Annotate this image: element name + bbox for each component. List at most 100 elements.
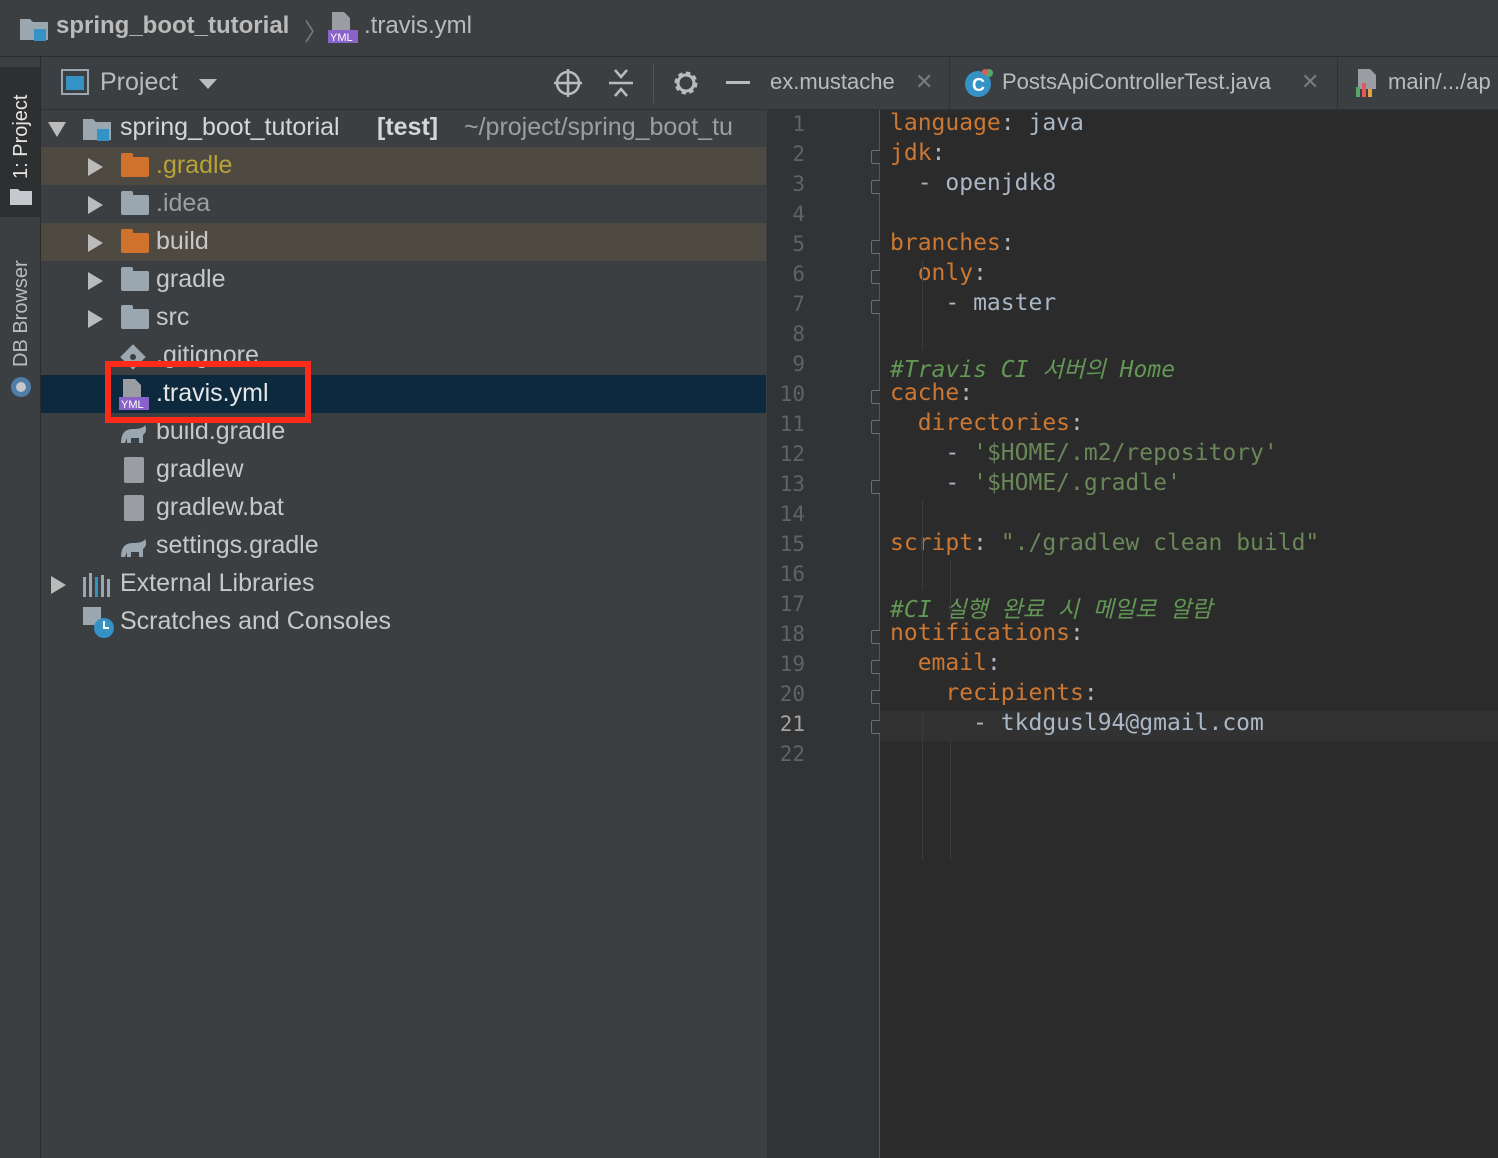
line-number: 2: [792, 142, 805, 166]
project-toolbar: Project: [41, 57, 766, 110]
folder-icon: [121, 191, 149, 215]
tree-item-label: src: [156, 303, 190, 331]
tree-item-label: gradlew.bat: [156, 493, 284, 521]
code-line: recipients:: [945, 680, 1098, 706]
project-view-title[interactable]: Project: [100, 68, 178, 97]
line-number: 10: [779, 382, 805, 406]
code-line: - master: [890, 290, 1057, 316]
gradle-file-icon: [121, 539, 147, 557]
line-number: 13: [779, 472, 805, 496]
minimize-icon[interactable]: [726, 81, 750, 84]
code-line: - '$HOME/.gradle': [890, 470, 1181, 496]
db-browser-icon: [11, 377, 31, 397]
tree-root-row[interactable]: spring_boot_tutorial [test] ~/project/sp…: [41, 109, 766, 147]
editor-gutter: 1 2 3 4 5 6 7 8 9 10 11 12 13 14 15 16 17 18 19 20 21 22: [767, 110, 885, 1158]
root-name: spring_boot_tutorial: [120, 113, 340, 141]
toolbar-divider: [653, 63, 654, 103]
expand-arrow-icon[interactable]: [88, 158, 103, 176]
excluded-folder-icon: [121, 153, 149, 177]
indent-guide: [950, 560, 951, 620]
tree-item-label: build: [156, 227, 209, 255]
db-browser-tab[interactable]: DB Browser: [10, 260, 33, 367]
tab-label: ex.mustache: [770, 69, 895, 94]
module-folder-icon: [83, 119, 111, 141]
line-number: 22: [779, 742, 805, 766]
project-tool-tab-label: 1: Project: [10, 94, 32, 179]
expand-arrow-icon[interactable]: [88, 234, 103, 252]
folder-icon: [10, 189, 32, 205]
tree-item-label: .gradle: [156, 151, 233, 179]
breadcrumb-file[interactable]: .travis.yml: [364, 12, 472, 40]
root-path: ~/project/spring_boot_tu: [464, 113, 733, 141]
line-number: 7: [792, 292, 805, 316]
indent-guide: [922, 260, 923, 350]
line-number: 20: [779, 682, 805, 706]
code-line: email:: [917, 650, 1001, 676]
code-line: #CI 실행 완료 시 메일로 알람: [890, 597, 1213, 623]
tab-main-ap[interactable]: main/.../ap: [1338, 57, 1498, 109]
code-line: notifications:: [890, 620, 1084, 646]
line-number: 4: [792, 202, 805, 226]
tree-item-external-libraries[interactable]: External Libraries: [41, 565, 766, 603]
line-number: 19: [779, 652, 805, 676]
code-line: jdk:: [890, 140, 946, 166]
tree-item-gradle-cache[interactable]: .gradle: [41, 147, 766, 185]
expand-arrow-icon[interactable]: [88, 310, 103, 328]
line-number: 18: [779, 622, 805, 646]
line-number: 11: [779, 412, 805, 436]
expand-arrow-icon[interactable]: [88, 272, 103, 290]
collapse-icon[interactable]: [607, 68, 635, 98]
tab-posts-api-controller-test[interactable]: C PostsApiControllerTest.java ✕: [950, 57, 1330, 109]
indent-guide: [950, 740, 951, 860]
close-icon[interactable]: ✕: [915, 69, 933, 95]
close-icon[interactable]: ✕: [1301, 69, 1319, 95]
svg-text:YML: YML: [330, 32, 353, 44]
expand-arrow-icon[interactable]: [88, 196, 103, 214]
breadcrumb-project[interactable]: spring_boot_tutorial: [56, 12, 289, 40]
svg-text:C: C: [972, 75, 985, 95]
tree-item-label: .idea: [156, 189, 211, 217]
tree-item-gradlew[interactable]: gradlew: [41, 451, 766, 489]
file-icon: [124, 457, 144, 483]
tab-ex-mustache[interactable]: ex.mustache ✕: [767, 57, 947, 109]
folder-icon: [121, 305, 149, 329]
code-line: language: java: [890, 110, 1084, 136]
tree-item-scratches[interactable]: Scratches and Consoles: [41, 603, 766, 641]
line-number: 5: [792, 232, 805, 256]
line-number: 14: [779, 502, 805, 526]
chevron-down-icon[interactable]: [199, 79, 217, 89]
expand-arrow-icon[interactable]: [48, 122, 66, 137]
tree-item-label: gradle: [156, 265, 226, 293]
locate-icon[interactable]: [553, 68, 583, 98]
scratches-icon: [83, 607, 114, 638]
folder-icon: [121, 267, 149, 291]
tree-item-build[interactable]: build: [41, 223, 766, 261]
tree-item-gradle[interactable]: gradle: [41, 261, 766, 299]
gradle-file-icon: [121, 425, 147, 443]
gear-icon[interactable]: [671, 68, 701, 98]
project-tool-tab[interactable]: 1: Project: [0, 67, 40, 217]
java-class-icon: C: [965, 69, 993, 97]
run-config-icon: [1356, 69, 1376, 97]
highlight-box: [105, 361, 311, 423]
tab-label: main/.../ap: [1388, 69, 1491, 94]
indent-guide: [922, 500, 923, 590]
tree-item-idea[interactable]: .idea: [41, 185, 766, 223]
code-line: branches:: [890, 230, 1015, 256]
line-number: 3: [792, 172, 805, 196]
tree-item-label: External Libraries: [120, 569, 315, 597]
code-line: #Travis CI 서버의 Home: [890, 357, 1176, 383]
tree-item-label: Scratches and Consoles: [120, 607, 391, 635]
tree-item-src[interactable]: src: [41, 299, 766, 337]
project-view-icon: [61, 69, 89, 95]
tree-item-gradlew-bat[interactable]: gradlew.bat: [41, 489, 766, 527]
tab-label: PostsApiControllerTest.java: [1002, 69, 1272, 94]
expand-arrow-icon[interactable]: [51, 576, 66, 594]
line-number: 6: [792, 262, 805, 286]
code-editor[interactable]: language: java jdk: - openjdk8 branches: o…: [880, 110, 1498, 1158]
tree-item-settings-gradle[interactable]: settings.gradle: [41, 527, 766, 565]
line-number: 16: [779, 562, 805, 586]
breadcrumb-separator: 〉: [304, 19, 328, 46]
line-number: 17: [779, 592, 805, 616]
indent-guide: [922, 710, 923, 860]
